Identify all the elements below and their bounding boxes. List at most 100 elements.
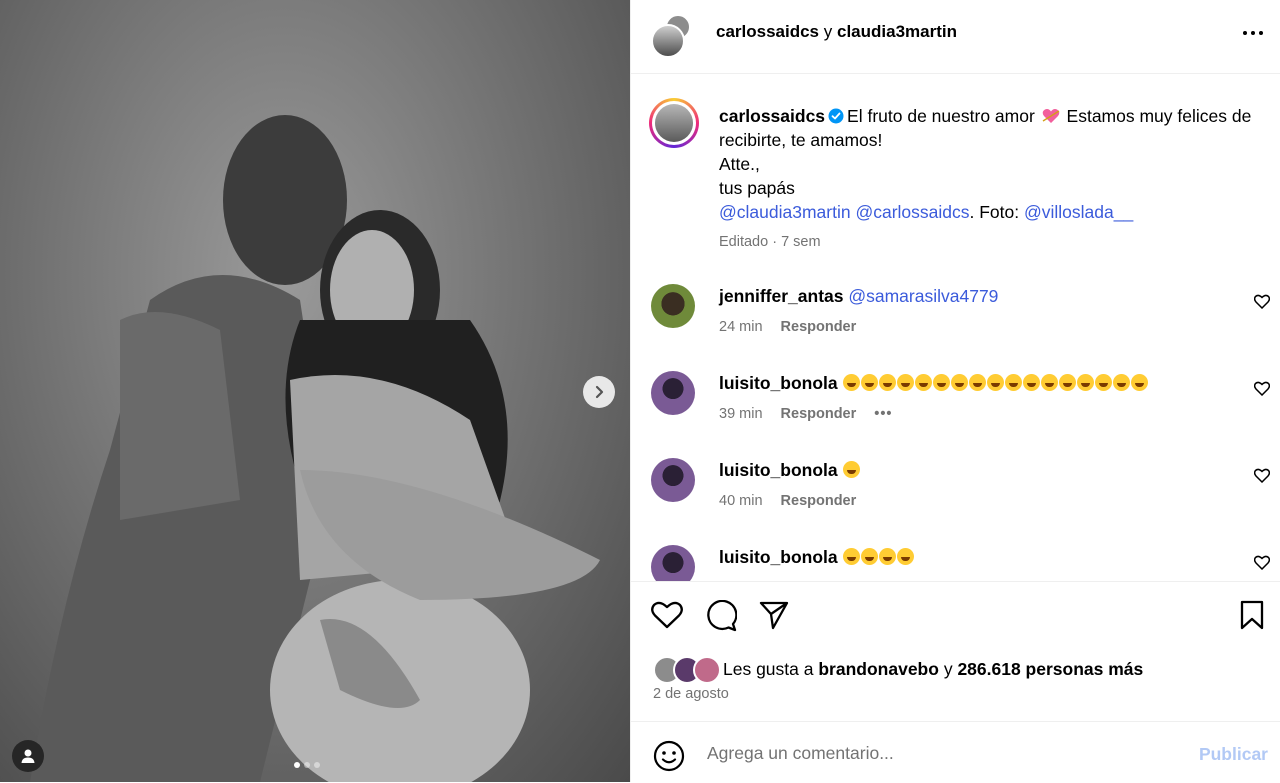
laughing-emoji-icon bbox=[842, 374, 860, 391]
comment-time[interactable]: 39 min bbox=[719, 406, 763, 422]
comment-time[interactable]: 40 min bbox=[719, 493, 763, 509]
heart-arrow-emoji-icon bbox=[1042, 109, 1060, 123]
post-media[interactable] bbox=[0, 0, 630, 782]
laughing-emoji-icon bbox=[860, 548, 878, 565]
laughing-emoji-icon bbox=[878, 374, 896, 391]
emoji-picker-button[interactable] bbox=[653, 740, 685, 777]
comment-meta: 40 min Responder bbox=[719, 493, 856, 509]
commenter-avatar[interactable] bbox=[651, 284, 695, 328]
save-button[interactable] bbox=[1239, 600, 1265, 635]
avatar bbox=[693, 656, 721, 684]
author-username[interactable]: claudia3martin bbox=[837, 22, 957, 41]
carousel-dot bbox=[314, 762, 320, 768]
laughing-emoji-icon bbox=[1094, 374, 1112, 391]
laughing-emoji-icon bbox=[932, 374, 950, 391]
caption-meta: Editado · 7 sem bbox=[719, 234, 821, 250]
comment-button[interactable] bbox=[705, 599, 738, 637]
carousel-dot bbox=[294, 762, 300, 768]
comment-username[interactable]: jenniffer_antas bbox=[719, 286, 843, 306]
caption-line: tus papás bbox=[719, 178, 795, 198]
laughing-emoji-icon bbox=[1022, 374, 1040, 391]
caption-avatar[interactable] bbox=[649, 98, 699, 148]
likes-summary[interactable]: Les gusta a brandonavebo y 286.618 perso… bbox=[653, 656, 1143, 684]
author-username[interactable]: carlossaidcs bbox=[716, 22, 819, 41]
comment-text: luisito_bonola bbox=[719, 547, 915, 568]
heart-icon bbox=[1253, 555, 1271, 571]
mention-link[interactable]: @samarasilva4779 bbox=[848, 286, 998, 306]
laughing-emoji-icon bbox=[1112, 374, 1130, 391]
commenter-avatar[interactable] bbox=[651, 545, 695, 581]
publish-button[interactable]: Publicar bbox=[1199, 744, 1268, 765]
more-options-button[interactable] bbox=[1242, 22, 1264, 49]
comment-item: luisito_bonola bbox=[631, 545, 1280, 581]
mention-link[interactable]: @villoslada__ bbox=[1024, 202, 1133, 222]
authors-joiner: y bbox=[823, 22, 833, 41]
meta-separator: · bbox=[772, 234, 778, 250]
comment-text: luisito_bonola bbox=[719, 373, 1149, 394]
comment-input[interactable] bbox=[705, 738, 1169, 768]
comment-time[interactable]: 24 min bbox=[719, 319, 763, 335]
comment-item: jenniffer_antas @samarasilva4779 24 min … bbox=[631, 284, 1280, 371]
comment-username[interactable]: luisito_bonola bbox=[719, 373, 838, 393]
carousel-dot bbox=[304, 762, 310, 768]
share-button[interactable] bbox=[759, 600, 789, 635]
laughing-emoji-icon bbox=[1130, 374, 1148, 391]
caption-text: El fruto de nuestro amor bbox=[847, 106, 1035, 126]
next-slide-button[interactable] bbox=[583, 376, 615, 408]
heart-icon bbox=[651, 601, 683, 629]
comment-emojis bbox=[842, 460, 861, 480]
laughing-emoji-icon bbox=[842, 461, 860, 478]
laughing-emoji-icon bbox=[950, 374, 968, 391]
send-icon bbox=[759, 601, 789, 630]
liker-avatars bbox=[653, 656, 721, 684]
comment-emojis bbox=[842, 547, 915, 567]
reply-button[interactable]: Responder bbox=[781, 406, 857, 422]
laughing-emoji-icon bbox=[1058, 374, 1076, 391]
comment-bubble-icon bbox=[707, 599, 738, 632]
comments-scroll-area[interactable]: carlossaidcs El fruto de nuestro amor Est… bbox=[631, 74, 1280, 581]
reply-button[interactable]: Responder bbox=[781, 493, 857, 509]
laughing-emoji-icon bbox=[842, 548, 860, 565]
liker-username[interactable]: brandonavebo bbox=[818, 659, 939, 680]
user-icon bbox=[21, 749, 35, 763]
comment-like-button[interactable] bbox=[1253, 555, 1271, 575]
comment-username[interactable]: luisito_bonola bbox=[719, 460, 838, 480]
commenter-avatar[interactable] bbox=[651, 371, 695, 415]
comment-like-button[interactable] bbox=[1253, 468, 1271, 488]
caption-time[interactable]: 7 sem bbox=[781, 234, 821, 250]
edited-label: Editado bbox=[719, 234, 769, 250]
avatar bbox=[651, 24, 685, 58]
add-comment-bar: Publicar bbox=[631, 721, 1280, 783]
more-horizontal-icon bbox=[1243, 31, 1263, 35]
mention-link[interactable]: @claudia3martin bbox=[719, 202, 851, 222]
laughing-emoji-icon bbox=[914, 374, 932, 391]
post-header: carlossaidcs y claudia3martin bbox=[631, 0, 1280, 74]
likes-prefix: Les gusta a bbox=[723, 658, 814, 679]
post-date[interactable]: 2 de agosto bbox=[653, 686, 729, 702]
laughing-emoji-icon bbox=[1040, 374, 1058, 391]
post-caption: carlossaidcs El fruto de nuestro amor Est… bbox=[719, 104, 1269, 224]
caption-username[interactable]: carlossaidcs bbox=[719, 106, 825, 126]
comment-like-button[interactable] bbox=[1253, 294, 1271, 314]
laughing-emoji-icon bbox=[1004, 374, 1022, 391]
comment-options-button[interactable]: ••• bbox=[874, 406, 892, 422]
laughing-emoji-icon bbox=[860, 374, 878, 391]
like-button[interactable] bbox=[651, 600, 683, 635]
post-photo bbox=[30, 115, 600, 782]
post-actions: Les gusta a brandonavebo y 286.618 perso… bbox=[631, 581, 1280, 722]
mention-link[interactable]: @carlossaidcs bbox=[855, 202, 969, 222]
commenter-avatar[interactable] bbox=[651, 458, 695, 502]
comment-username[interactable]: luisito_bonola bbox=[719, 547, 838, 567]
likes-count[interactable]: 286.618 personas más bbox=[957, 659, 1143, 680]
comment-like-button[interactable] bbox=[1253, 381, 1271, 401]
tagged-users-button[interactable] bbox=[12, 740, 44, 772]
post-authors: carlossaidcs y claudia3martin bbox=[716, 22, 957, 42]
laughing-emoji-icon bbox=[896, 548, 914, 565]
likes-joiner: y bbox=[943, 658, 953, 679]
collab-avatars[interactable] bbox=[651, 14, 691, 58]
reply-button[interactable]: Responder bbox=[781, 319, 857, 335]
laughing-emoji-icon bbox=[896, 374, 914, 391]
comment-meta: 39 min Responder ••• bbox=[719, 406, 893, 422]
comment-text: luisito_bonola bbox=[719, 460, 861, 481]
comment-item: luisito_bonola 40 min Responder bbox=[631, 458, 1280, 545]
